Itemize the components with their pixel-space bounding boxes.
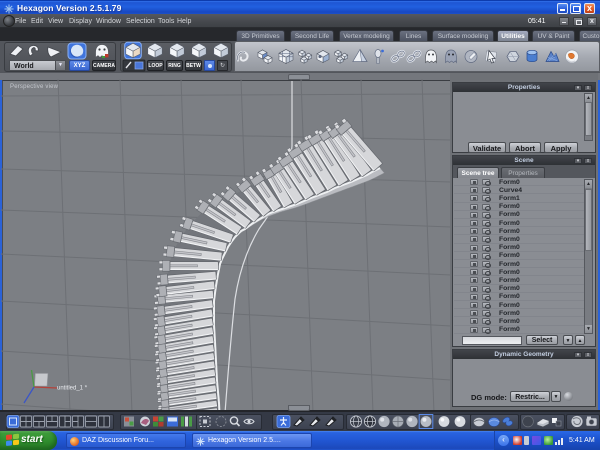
- svg-text:untitled_1 *: untitled_1 *: [57, 386, 88, 392]
